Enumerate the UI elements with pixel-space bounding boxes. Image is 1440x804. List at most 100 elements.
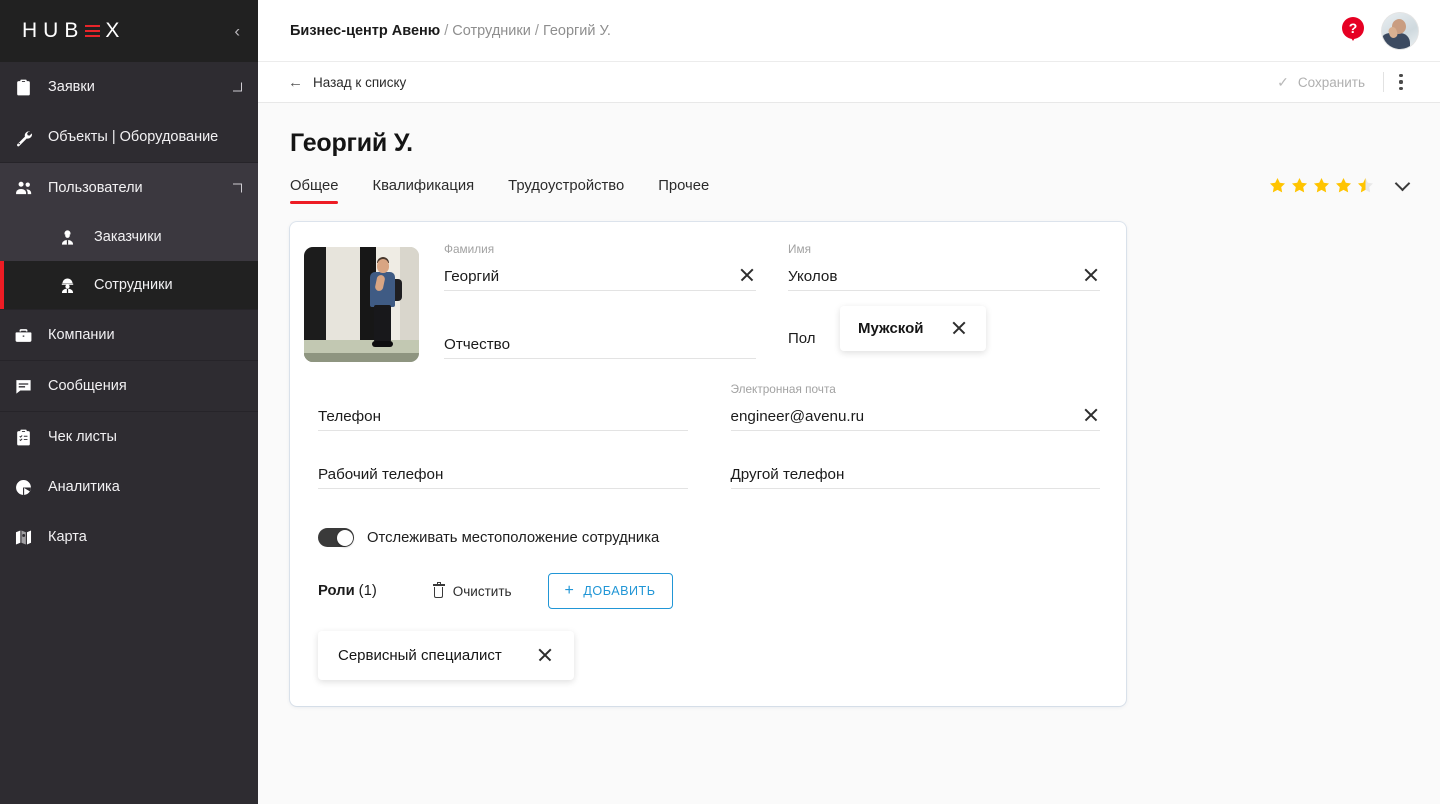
star-rating[interactable] bbox=[1268, 176, 1375, 195]
save-button[interactable]: ✓ Сохранить bbox=[1277, 74, 1383, 91]
tab-obshchee[interactable]: Общее bbox=[290, 174, 339, 204]
back-to-list-label: Назад к списку bbox=[313, 74, 407, 90]
roles-count: (1) bbox=[358, 583, 377, 599]
sidebar-item-label: Сообщения bbox=[48, 378, 127, 394]
breadcrumb-section[interactable]: Сотрудники bbox=[452, 23, 531, 39]
sidebar-item-objects-equipment[interactable]: Объекты | Оборудование bbox=[0, 112, 258, 162]
logo-part1: HUB bbox=[22, 19, 85, 42]
name-label: Имя bbox=[788, 242, 811, 256]
roles-header-row: Роли (1) Очистить + ДОБАВИТЬ bbox=[318, 573, 1100, 609]
pie-chart-icon bbox=[14, 478, 48, 497]
star-full-icon bbox=[1268, 176, 1287, 195]
track-location-toggle[interactable] bbox=[318, 528, 354, 547]
star-full-icon bbox=[1312, 176, 1331, 195]
email-input[interactable]: engineer@avenu.ru bbox=[731, 408, 1083, 425]
check-icon: ✓ bbox=[1277, 73, 1289, 90]
employee-photo[interactable] bbox=[304, 247, 419, 362]
tab-kvalifikaciya[interactable]: Квалификация bbox=[372, 174, 474, 204]
sidebar-group-1: Заявки Объекты | Оборудование bbox=[0, 62, 258, 163]
tab-prochee[interactable]: Прочее bbox=[658, 174, 709, 204]
name-field[interactable]: Имя Уколов bbox=[788, 242, 1100, 291]
message-icon bbox=[14, 377, 48, 396]
tab-trudoustroystvo[interactable]: Трудоустройство bbox=[508, 174, 624, 204]
sidebar-group-messages: Сообщения bbox=[0, 361, 258, 412]
sidebar-item-users[interactable]: Пользователи bbox=[0, 163, 258, 213]
sidebar-item-soobshcheniya[interactable]: Сообщения bbox=[0, 361, 258, 411]
back-to-list-button[interactable]: ← Назад к списку bbox=[288, 75, 406, 90]
clear-gender-icon[interactable] bbox=[950, 319, 968, 337]
chevron-left-icon[interactable]: ‹ bbox=[234, 23, 240, 40]
clear-roles-button[interactable]: Очистить bbox=[432, 582, 512, 599]
sidebar-item-label: Сотрудники bbox=[94, 277, 173, 293]
gender-value-chip[interactable]: Мужской bbox=[840, 306, 986, 351]
logo-text: HUB X bbox=[22, 19, 125, 43]
clipboard-icon bbox=[14, 78, 48, 97]
work-phone-input[interactable]: Рабочий телефон bbox=[318, 466, 688, 483]
sidebar-item-analitika[interactable]: Аналитика bbox=[0, 462, 258, 512]
app-root: HUB X ‹ Заявки Объекты | Оборудование По… bbox=[0, 0, 1440, 804]
sidebar-item-kompanii[interactable]: Компании bbox=[0, 310, 258, 360]
tabs-row: Общее Квалификация Трудоустройство Проче… bbox=[258, 174, 1440, 204]
other-phone-input[interactable]: Другой телефон bbox=[731, 466, 1101, 483]
clear-email-icon[interactable] bbox=[1082, 406, 1100, 424]
breadcrumb-current: Георгий У. bbox=[542, 22, 611, 39]
sidebar-item-karta[interactable]: Карта bbox=[0, 512, 258, 562]
track-location-row: Отслеживать местоположение сотрудника bbox=[318, 528, 1100, 547]
checklist-icon bbox=[14, 428, 48, 447]
sidebar-item-label: Аналитика bbox=[48, 479, 120, 495]
main-area: Бизнес-центр Авеню / Сотрудники / Георги… bbox=[258, 0, 1440, 804]
sidebar-item-label: Объекты | Оборудование bbox=[48, 129, 219, 145]
email-field[interactable]: Электронная почта engineer@avenu.ru bbox=[730, 374, 1100, 431]
track-location-label: Отслеживать местоположение сотрудника bbox=[367, 529, 660, 546]
user-avatar[interactable] bbox=[1382, 12, 1418, 49]
work-phone-field[interactable]: Рабочий телефон bbox=[318, 458, 688, 489]
employee-form-card: Фамилия Георгий Отчество Имя Уколов Пол … bbox=[290, 222, 1126, 706]
page-title: Георгий У. bbox=[290, 129, 413, 157]
name-input[interactable]: Уколов bbox=[788, 268, 1082, 285]
collapse-corner-icon[interactable] bbox=[233, 183, 242, 193]
sidebar-item-label: Заявки bbox=[48, 79, 95, 95]
add-role-button[interactable]: + ДОБАВИТЬ bbox=[547, 573, 673, 609]
name-col: Имя Уколов Пол Мужской bbox=[788, 242, 1100, 372]
sidebar-item-label: Заказчики bbox=[94, 229, 162, 245]
role-chip[interactable]: Сервисный специалист bbox=[318, 631, 574, 680]
top-bar: Бизнес-центр Авеню / Сотрудники / Георги… bbox=[258, 0, 1440, 62]
form-fields: Фамилия Георгий Отчество Имя Уколов Пол … bbox=[419, 242, 1100, 372]
breadcrumb-root[interactable]: Бизнес-центр Авеню bbox=[290, 23, 440, 39]
expand-corner-icon[interactable] bbox=[233, 82, 242, 92]
sidebar-item-zakazchiki[interactable]: Заказчики bbox=[0, 213, 258, 261]
roles-title: Роли bbox=[318, 583, 355, 599]
gender-value: Мужской bbox=[858, 320, 924, 337]
phone-col: Телефон bbox=[318, 374, 688, 444]
phone-input[interactable]: Телефон bbox=[318, 408, 688, 425]
form-top-row: Фамилия Георгий Отчество Имя Уколов Пол … bbox=[304, 242, 1100, 372]
sidebar: HUB X ‹ Заявки Объекты | Оборудование По… bbox=[0, 0, 258, 804]
sidebar-item-sotrudniki[interactable]: Сотрудники bbox=[0, 261, 258, 309]
patronymic-input[interactable]: Отчество bbox=[444, 336, 756, 353]
email-label: Электронная почта bbox=[730, 382, 836, 396]
phone-field[interactable]: Телефон bbox=[318, 374, 688, 431]
sidebar-item-chek-listy[interactable]: Чек листы bbox=[0, 412, 258, 462]
sidebar-item-label: Пользователи bbox=[48, 180, 143, 196]
logo-part2: X bbox=[105, 19, 126, 42]
clear-name-icon[interactable] bbox=[1082, 266, 1100, 284]
chevron-down-icon[interactable] bbox=[1394, 175, 1411, 191]
contact-row-2: Рабочий телефон Другой телефон bbox=[304, 458, 1100, 502]
surname-input[interactable]: Георгий bbox=[444, 268, 738, 285]
star-full-icon bbox=[1334, 176, 1353, 195]
surname-field[interactable]: Фамилия Георгий bbox=[444, 242, 756, 291]
sidebar-item-zayavki[interactable]: Заявки bbox=[0, 62, 258, 112]
page-content: Георгий У. Общее Квалификация Трудоустро… bbox=[258, 103, 1440, 804]
sidebar-logo[interactable]: HUB X ‹ bbox=[0, 0, 258, 62]
clear-surname-icon[interactable] bbox=[738, 266, 756, 284]
surname-label: Фамилия bbox=[444, 242, 495, 256]
sidebar-item-label: Чек листы bbox=[48, 429, 117, 445]
worker-icon bbox=[58, 276, 94, 295]
patronymic-field[interactable]: Отчество bbox=[444, 304, 756, 359]
help-pin-icon[interactable]: ? bbox=[1342, 16, 1364, 45]
other-phone-field[interactable]: Другой телефон bbox=[730, 458, 1101, 489]
star-full-icon bbox=[1290, 176, 1309, 195]
gender-label: Пол bbox=[788, 329, 816, 347]
remove-role-icon[interactable] bbox=[536, 646, 554, 664]
kebab-menu-icon[interactable] bbox=[1384, 74, 1418, 90]
